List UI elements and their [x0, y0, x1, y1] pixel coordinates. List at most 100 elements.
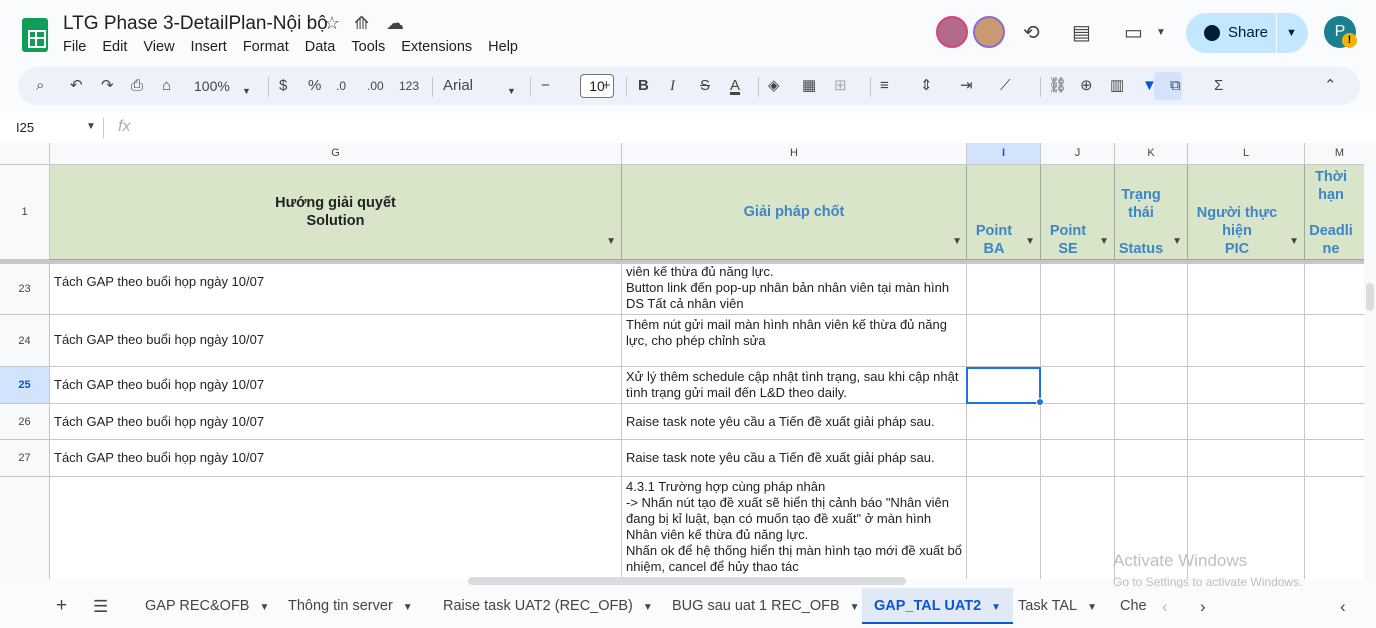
menu-format[interactable]: Format — [243, 39, 296, 55]
cell-final-solution[interactable]: Raise task note yêu cầu a Tiến đề xuất g… — [622, 404, 967, 440]
active-cell-selection[interactable] — [966, 367, 1041, 404]
horizontal-scroll-thumb[interactable] — [468, 577, 906, 585]
bold-button[interactable]: B — [638, 76, 649, 96]
filter-icon[interactable]: ▼ — [952, 236, 962, 247]
sheet-tab[interactable]: Task TAL ▼ — [1006, 588, 1109, 624]
row-header[interactable]: 23 — [0, 264, 50, 315]
menu-edit[interactable]: Edit — [102, 39, 134, 55]
sheets-logo-icon[interactable] — [22, 18, 48, 52]
cell-solution[interactable]: Tách GAP theo buổi họp ngày 10/07 — [50, 367, 622, 404]
chevron-down-icon[interactable]: ▼ — [242, 81, 251, 101]
text-rotation-icon[interactable]: ⟋ — [1000, 76, 1011, 96]
search-menus-icon[interactable]: ⌕ — [36, 76, 44, 96]
functions-icon[interactable]: Σ — [1214, 76, 1223, 96]
insert-chart-icon[interactable]: ▥ — [1110, 76, 1124, 96]
chevron-down-icon[interactable]: ▼ — [259, 602, 269, 613]
vertical-scroll-thumb[interactable] — [1366, 283, 1374, 311]
menu-file[interactable]: File — [63, 39, 93, 55]
header-cell-point-se[interactable]: Point SE ▼ — [1041, 165, 1115, 260]
sheet-tab[interactable]: GAP REC&OFB ▼ — [133, 588, 281, 624]
fill-color-icon[interactable]: ◈ — [768, 76, 780, 96]
strikethrough-button[interactable]: S — [700, 76, 710, 96]
header-cell-deadline[interactable]: Thờihạn Deadline ▼ — [1305, 165, 1364, 260]
row-header[interactable]: 26 — [0, 404, 50, 440]
text-color-button[interactable]: A — [730, 76, 740, 96]
cell-point-se[interactable] — [1041, 315, 1115, 367]
decrease-font-size-icon[interactable]: − — [541, 76, 550, 96]
add-sheet-icon[interactable]: + — [56, 595, 67, 617]
row-header[interactable]: 25 — [0, 367, 50, 404]
menu-data[interactable]: Data — [305, 39, 343, 55]
header-cell-status[interactable]: Trạng thái Status ▼ — [1115, 165, 1188, 260]
cell-pic[interactable] — [1188, 315, 1305, 367]
cell-point-se[interactable] — [1041, 477, 1115, 579]
merge-cells-icon[interactable]: ⊞ — [834, 76, 847, 96]
header-cell-point-ba[interactable]: Point BA ▼ — [967, 165, 1041, 260]
cell-deadline[interactable] — [1305, 315, 1364, 367]
filter-icon[interactable]: ▼ — [1142, 76, 1157, 96]
undo-icon[interactable]: ↶ — [70, 76, 83, 96]
row-header[interactable]: 27 — [0, 440, 50, 477]
column-header-i[interactable]: I — [967, 143, 1041, 165]
cell-final-solution[interactable]: 4.3.1 Trường hợp cùng pháp nhân -> Nhấn n… — [622, 477, 967, 579]
star-icon[interactable]: ☆ — [324, 13, 340, 34]
menu-tools[interactable]: Tools — [351, 39, 392, 55]
filter-views-icon[interactable]: ⧉ — [1170, 76, 1181, 96]
row-header-1[interactable]: 1 — [0, 165, 50, 260]
italic-button[interactable]: I — [670, 76, 675, 96]
select-all-corner[interactable] — [0, 143, 50, 165]
vertical-scrollbar[interactable] — [1364, 143, 1376, 579]
collaborator-avatar[interactable] — [936, 16, 968, 48]
collapse-side-panel-icon[interactable]: ‹ — [1340, 597, 1346, 617]
cell-status[interactable] — [1115, 264, 1188, 315]
cell-final-solution[interactable]: viên kế thừa đủ năng lực. Button link đến… — [622, 264, 967, 315]
header-cell-final-solution[interactable]: Giải pháp chốt ▼ — [622, 165, 967, 260]
menu-view[interactable]: View — [143, 39, 181, 55]
cell-point-ba[interactable] — [967, 440, 1041, 477]
horizontal-align-icon[interactable]: ≡ — [880, 76, 889, 96]
cell-solution[interactable]: Tách GAP theo buổi họp ngày 10/07 — [50, 264, 622, 315]
cell-pic[interactable] — [1188, 264, 1305, 315]
insert-link-icon[interactable]: ⛓ — [1048, 76, 1067, 96]
cell-point-ba[interactable] — [967, 404, 1041, 440]
print-icon[interactable]: ⎙ — [131, 76, 143, 96]
version-history-icon[interactable]: ⟲ — [1023, 20, 1040, 45]
sheet-tab[interactable]: Thông tin server ▼ — [276, 588, 425, 624]
collaborator-avatar[interactable] — [973, 16, 1005, 48]
fill-handle[interactable] — [1036, 398, 1044, 406]
cell-point-se[interactable] — [1041, 264, 1115, 315]
cell-status[interactable] — [1115, 315, 1188, 367]
all-sheets-icon[interactable]: ☰ — [93, 597, 108, 617]
comments-icon[interactable]: ▤ — [1072, 20, 1091, 45]
cell-pic[interactable] — [1188, 367, 1305, 404]
cell-point-se[interactable] — [1041, 367, 1115, 404]
column-header-k[interactable]: K — [1115, 143, 1188, 165]
document-title[interactable]: LTG Phase 3-DetailPlan-Nội bộ — [63, 13, 328, 35]
row-header[interactable]: 24 — [0, 315, 50, 367]
cell-status[interactable] — [1115, 440, 1188, 477]
text-wrapping-icon[interactable]: ⇥ — [960, 76, 973, 96]
menu-insert[interactable]: Insert — [191, 39, 234, 55]
chevron-down-icon[interactable]: ▼ — [1156, 27, 1166, 38]
sheet-tab-active[interactable]: GAP_TAL UAT2 ▼ — [862, 588, 1014, 624]
cell-point-ba[interactable] — [967, 315, 1041, 367]
cell-final-solution[interactable]: Thêm nút gửi mail màn hình nhân viên kế … — [622, 315, 967, 367]
column-header-g[interactable]: G — [50, 143, 622, 165]
chevron-down-icon[interactable]: ▼ — [643, 602, 653, 613]
filter-icon[interactable]: ▼ — [606, 236, 616, 247]
name-box[interactable]: I25 — [16, 120, 34, 135]
cell-pic[interactable] — [1188, 404, 1305, 440]
chevron-down-icon[interactable]: ▼ — [403, 602, 413, 613]
meet-icon[interactable]: ▭ — [1124, 20, 1143, 45]
header-cell-pic[interactable]: Người thực hiện PIC ▼ — [1188, 165, 1305, 260]
increase-decimal-button[interactable]: .00 — [367, 76, 384, 96]
cell-status[interactable] — [1115, 367, 1188, 404]
cell-point-ba[interactable] — [967, 264, 1041, 315]
cell-deadline[interactable] — [1305, 404, 1364, 440]
header-cell-solution[interactable]: Hướng giải quyết Solution ▼ — [50, 165, 622, 260]
share-button[interactable]: Share ▼ — [1186, 13, 1308, 53]
number-format-button[interactable]: 123 — [399, 76, 419, 96]
chevron-down-icon[interactable]: ▼ — [991, 602, 1001, 613]
filter-icon[interactable]: ▼ — [1289, 236, 1299, 247]
scroll-tabs-left-icon[interactable]: ‹ — [1162, 597, 1168, 617]
